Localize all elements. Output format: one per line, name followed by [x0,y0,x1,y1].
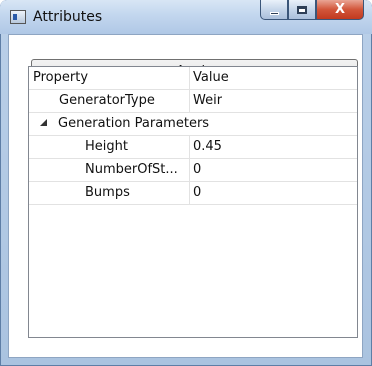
grid-header-row: Property Value [29,67,357,90]
window-app-icon[interactable] [10,10,26,24]
category-row-generation-parameters[interactable]: Generation Parameters [29,113,357,136]
column-header-value[interactable]: Value [193,67,229,89]
property-grid: Property Value GeneratorType Weir Genera… [28,66,358,338]
property-value[interactable]: Weir [193,90,222,112]
property-name: Bumps [85,185,130,200]
collapse-triangle-icon[interactable] [40,119,47,126]
minimize-icon [269,11,279,15]
property-row-bumps[interactable]: Bumps 0 [29,182,357,205]
property-name: GeneratorType [59,93,155,108]
close-button[interactable]: X [316,0,364,20]
property-row-height[interactable]: Height 0.45 [29,136,357,159]
property-name: Height [85,139,128,154]
property-row-number-of-steps[interactable]: NumberOfSt... 0 [29,159,357,182]
attributes-window: Attributes X Apply Property Value Genera… [0,0,372,366]
property-name: NumberOfSt... [85,162,178,177]
property-value[interactable]: 0 [193,159,201,181]
caption-buttons: X [260,0,364,22]
category-name: Generation Parameters [58,116,210,131]
maximize-icon [297,5,307,14]
minimize-button[interactable] [260,0,288,20]
title-bar[interactable]: Attributes X [0,0,372,34]
maximize-button[interactable] [288,0,316,20]
property-value[interactable]: 0 [193,182,201,204]
property-row-generator-type[interactable]: GeneratorType Weir [29,90,357,113]
property-value[interactable]: 0.45 [193,136,222,158]
window-title: Attributes [33,9,103,25]
close-icon: X [334,2,346,17]
column-header-property[interactable]: Property [33,67,88,89]
